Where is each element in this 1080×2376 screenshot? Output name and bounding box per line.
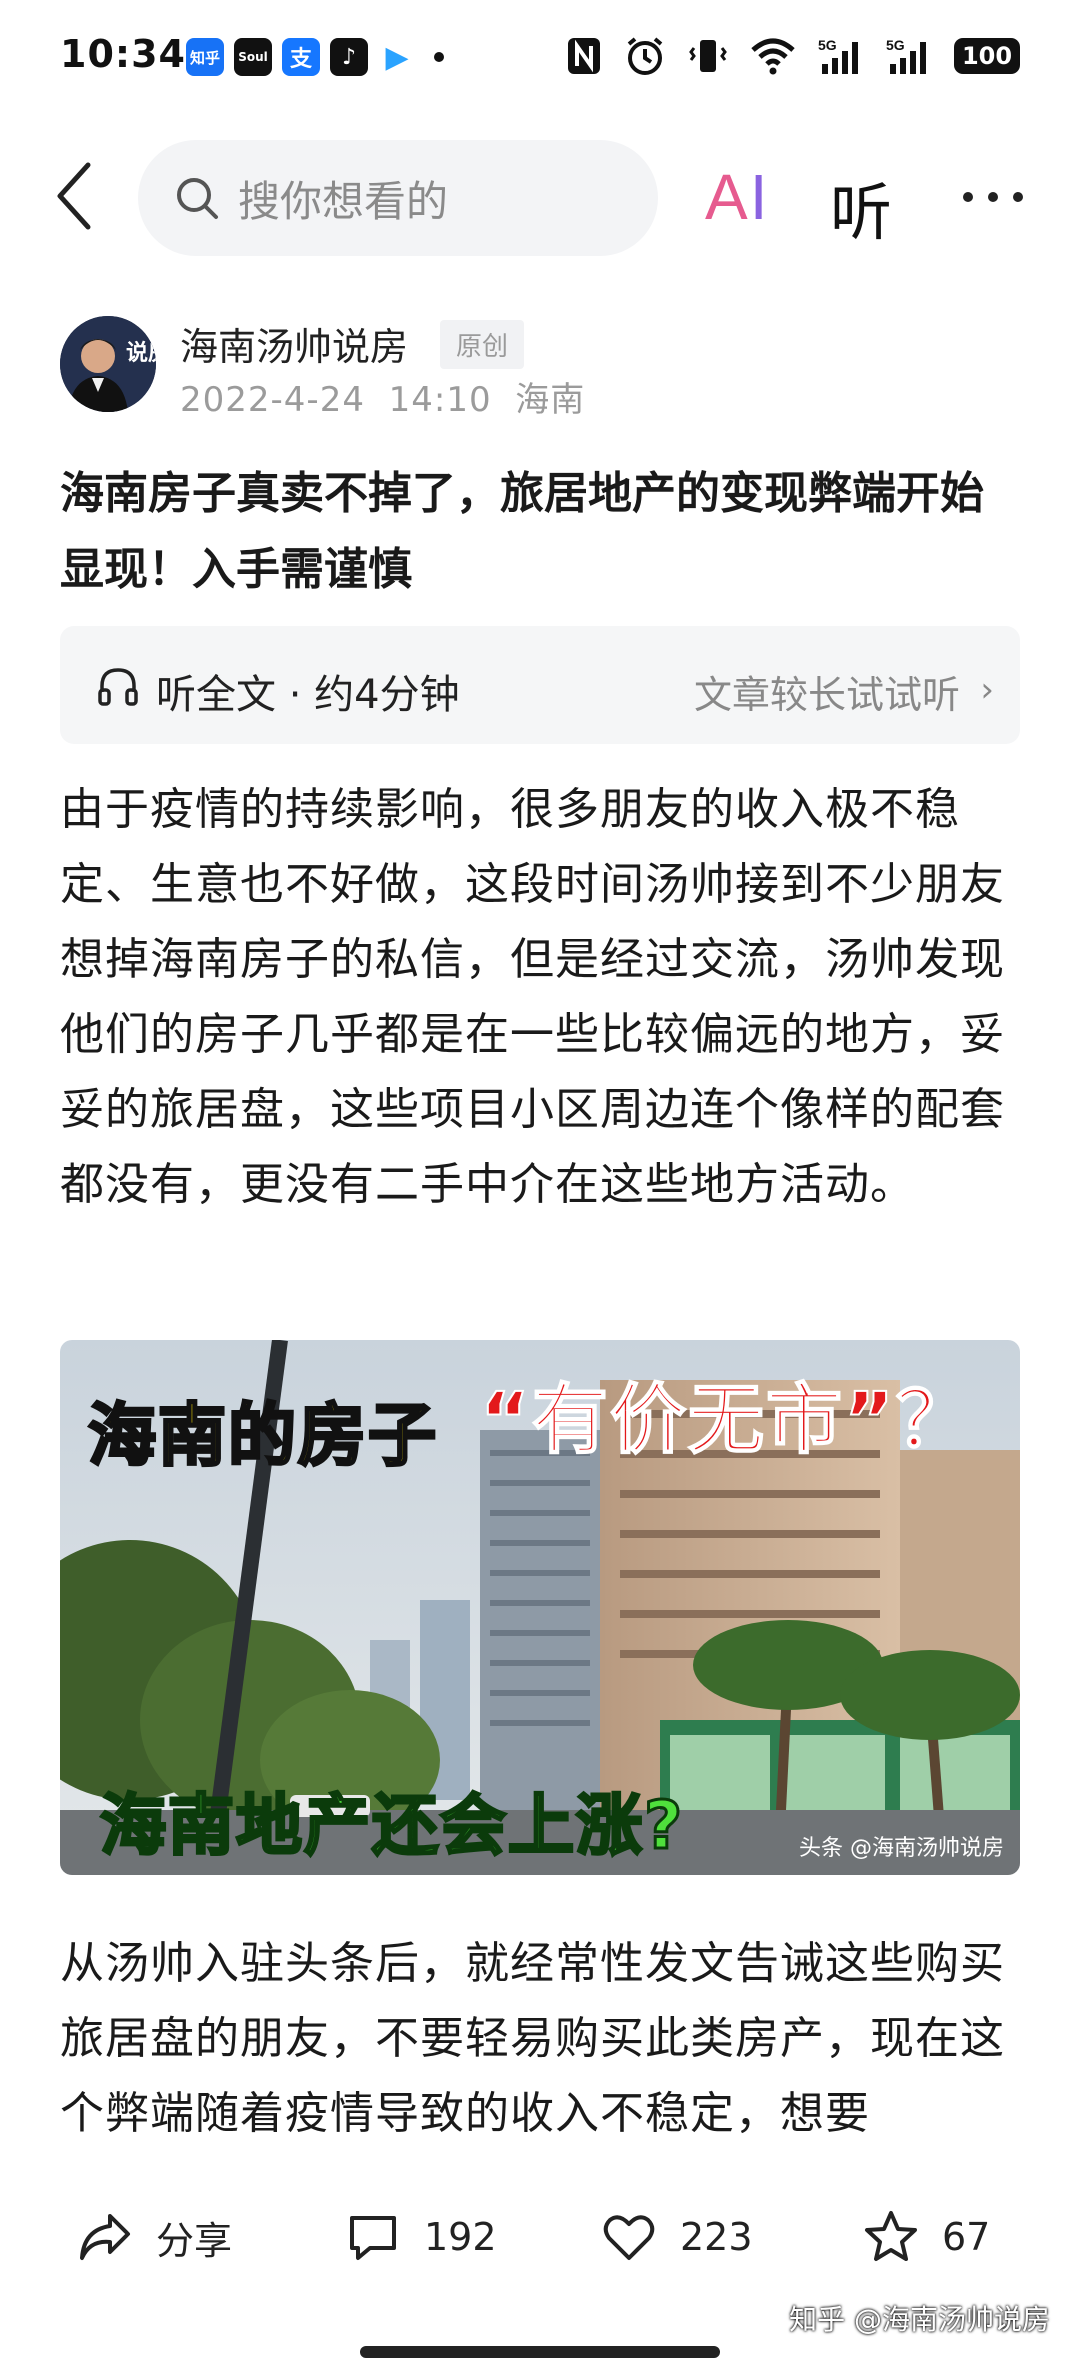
top-nav: 搜你想看的 AI 听 [0,132,1080,262]
source-watermark: 知乎 @海南汤帅说房 [789,2303,1050,2336]
author-meta: 2022-4-24 14:10 海南 [180,372,585,421]
avatar-image: 说房 [60,316,156,412]
listen-full-text-label: 听全文 · 约4分钟 [156,672,460,718]
listen-button[interactable]: 听 [830,162,892,252]
more-notifications-dot [434,52,444,62]
publish-location: 海南 [515,380,586,420]
author-name[interactable]: 海南汤帅说房 [180,316,408,371]
alarm-icon [624,36,666,76]
signal-2-icon: 5G [886,36,932,76]
video-app-icon: ▶ [378,38,416,76]
chevron-right-icon: › [980,670,994,710]
search-icon [177,178,218,219]
article-paragraph-2: 从汤帅入驻头条后，就经常性发文告诫这些购买旅居盘的朋友，不要轻易购买此类房产，现… [60,1938,1005,2139]
like-button[interactable]: 223 [600,2208,753,2266]
original-badge: 原创 [440,320,525,369]
share-icon [80,2214,130,2260]
image-headline-quote: “有价无市”？ [479,1374,974,1465]
article-paragraph-1: 由于疫情的持续影响，很多朋友的收入极不稳定、生意也不好做，这段时间汤帅接到不少朋… [60,784,1005,1210]
vibrate-icon [688,36,728,76]
avatar-text: 说房 [126,340,156,366]
publish-time: 14:10 [388,380,492,420]
author-header: 说房 海南汤帅说房 原创 2022-4-24 14:10 海南 [60,316,1020,420]
zhihu-app-icon: 知乎 [186,38,224,76]
listen-full-text-bar[interactable]: 听全文 · 约4分钟 文章较长试试听 › [60,626,1020,744]
likes-count: 223 [680,2215,753,2259]
tiktok-app-icon: ♪ [330,38,368,76]
star-icon [865,2211,917,2261]
publish-date: 2022-4-24 [180,380,365,420]
soul-app-icon: Soul [234,38,272,76]
listen-hint: 文章较长试试听 [693,673,960,717]
wifi-icon [750,36,796,76]
ai-button[interactable]: AI [705,160,769,234]
image-watermark: 头条 @海南汤帅说房 [799,1836,1004,1861]
comments-button[interactable]: 192 [344,2208,497,2266]
share-button[interactable]: 分享 [76,2208,232,2266]
more-dots-icon [963,192,1023,202]
status-time: 10:34 [60,32,186,76]
home-indicator[interactable] [360,2346,720,2358]
comment-icon [350,2216,396,2260]
nfc-icon [566,36,602,76]
status-bar: 10:34 知乎 Soul 支 ♪ ▶ 5G 5G 100 [0,0,1080,120]
comments-count: 192 [424,2215,497,2259]
heart-icon [603,2215,655,2260]
search-box[interactable]: 搜你想看的 [138,140,658,256]
bottom-action-bar: 分享 192 223 67 [0,2176,1080,2316]
battery-indicator: 100 [954,38,1020,74]
article-image[interactable]: 海南的房子 “有价无市”？ 海南地产还会上涨? 头条 @海南汤帅说房 [60,1340,1020,1875]
ai-label-a: A [705,161,750,233]
share-label: 分享 [156,2218,233,2263]
alipay-app-icon: 支 [282,38,320,76]
search-placeholder: 搜你想看的 [238,176,449,226]
image-headline-bottom: 海南地产还会上涨? [98,1786,685,1866]
signal-2-label: 5G [886,37,905,53]
signal-1-label: 5G [818,37,837,53]
image-headline-top: 海南的房子 [86,1396,439,1478]
notification-app-icons: 知乎 Soul 支 ♪ ▶ [186,38,444,76]
headphone-icon [98,668,138,706]
signal-1-icon: 5G [818,36,864,76]
article-title: 海南房子真卖不掉了，旅居地产的变现弊端开始显现！入手需谨慎 [60,468,984,595]
system-icons: 5G 5G 100 [566,36,1020,76]
back-button[interactable] [46,156,102,236]
more-button[interactable] [958,162,1028,232]
favorites-count: 67 [942,2215,991,2259]
back-arrow-icon [57,162,91,230]
favorite-button[interactable]: 67 [862,2208,990,2266]
avatar[interactable]: 说房 [60,316,156,412]
ai-label-i: I [749,161,770,233]
